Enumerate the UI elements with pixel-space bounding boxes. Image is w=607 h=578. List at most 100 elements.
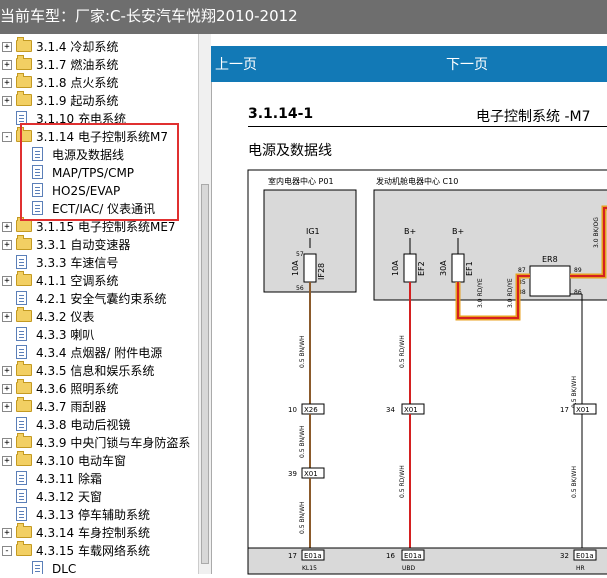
tree-item[interactable]: +4.3.5 信息和娱乐系统 [0, 361, 190, 380]
bottom3-num: 32 [560, 552, 569, 560]
tree-item-label: 4.3.2 仪表 [36, 310, 95, 324]
bottom2-num: 16 [386, 552, 395, 560]
tree-item[interactable]: +4.3.2 仪表 [0, 307, 190, 326]
expand-icon[interactable]: + [2, 78, 12, 88]
collapse-icon[interactable]: - [2, 132, 12, 142]
conn4-num: 39 [288, 470, 297, 478]
expand-icon[interactable]: + [2, 402, 12, 412]
relay-pin86: 86 [574, 289, 582, 296]
bottom2-signal: UBD [402, 565, 416, 572]
tree-item[interactable]: +4.3.14 车身控制系统 [0, 523, 190, 542]
tree-item[interactable]: 4.3.4 点烟器/ 附件电源 [0, 344, 190, 362]
document-icon [16, 417, 27, 431]
tree-item[interactable]: 4.3.12 天窗 [0, 488, 190, 506]
tree-item-label: 3.3.1 自动变速器 [36, 238, 131, 252]
expand-icon[interactable]: + [2, 438, 12, 448]
tree-item[interactable]: +3.1.8 点火系统 [0, 73, 190, 92]
document-icon [16, 327, 27, 341]
box2-title: 发动机舱电器中心 C10 [376, 176, 458, 186]
tree-item[interactable]: 4.3.13 停车辅助系统 [0, 506, 190, 524]
prev-page-button[interactable]: 上一页 [215, 54, 257, 74]
fuse2-name: EF2 [417, 261, 426, 276]
tree-item-label: 3.1.4 冷却系统 [36, 40, 119, 54]
expand-icon[interactable]: + [2, 528, 12, 538]
tree-scrollbar[interactable] [198, 34, 211, 574]
tree-item[interactable]: +3.1.7 燃油系统 [0, 55, 190, 74]
bottom1-num: 17 [288, 552, 297, 560]
bottom2-name: E01a [404, 552, 422, 560]
tree-item-label: 3.1.8 点火系统 [36, 76, 119, 90]
tree-item[interactable]: 3.3.3 车速信号 [0, 254, 190, 272]
folder-icon [16, 91, 32, 106]
tree-item-label: 4.3.4 点烟器/ 附件电源 [36, 346, 163, 360]
folder-icon [16, 397, 32, 412]
tree-item-label: 4.3.3 喇叭 [36, 328, 95, 342]
document-icon [16, 507, 27, 521]
tree-item-label: 4.3.6 照明系统 [36, 382, 119, 396]
tree-item[interactable]: 4.3.3 喇叭 [0, 326, 190, 344]
folder-icon [16, 433, 32, 448]
tree-item[interactable]: +4.3.9 中央门锁与车身防盗系 [0, 433, 191, 452]
bottom3-name: E01a [576, 552, 594, 560]
expand-icon[interactable]: + [2, 384, 12, 394]
bplus2-label: B+ [452, 227, 464, 236]
fuse2-rating: 10A [391, 260, 400, 276]
tree-item-label: 4.3.8 电动后视镜 [36, 418, 131, 432]
tree-item-label: 4.3.13 停车辅助系统 [36, 508, 150, 522]
expand-icon[interactable]: + [2, 366, 12, 376]
tree-item[interactable]: +3.3.1 自动变速器 [0, 235, 190, 254]
next-page-button[interactable]: 下一页 [446, 54, 488, 74]
pin57-label: 57 [296, 251, 304, 258]
tree-item[interactable]: 4.3.11 除霜 [0, 470, 190, 488]
expand-icon[interactable]: + [2, 96, 12, 106]
tree-item[interactable]: - 4.3.15 车载网络系统 [0, 541, 190, 560]
relay-name: ER8 [542, 255, 558, 264]
tree-item[interactable]: 4.2.1 安全气囊约束系统 [0, 290, 190, 308]
window-title: 当前车型：厂家:C-长安汽车悦翔2010-2012 [0, 0, 607, 34]
document-icon [16, 471, 27, 485]
collapse-icon[interactable]: - [2, 546, 12, 556]
tree-item[interactable]: +3.1.9 起动系统 [0, 91, 190, 110]
wire6-label: 3.0 RD/YE [507, 278, 514, 308]
expand-icon[interactable]: + [2, 60, 12, 70]
tree-item-label: 4.1.1 空调系统 [36, 274, 119, 288]
folder-icon [16, 217, 32, 232]
tree-item[interactable]: +3.1.4 冷却系统 [0, 37, 190, 56]
section-title: 电源及数据线 [248, 143, 332, 159]
fuse3-name: EF1 [465, 261, 474, 276]
tree-item-label: 3.1.7 燃油系统 [36, 58, 119, 72]
ig1-label: IG1 [306, 227, 320, 236]
tree-item[interactable]: +4.3.6 照明系统 [0, 379, 190, 398]
wire1-label: 0.5 BN/WH [299, 335, 306, 368]
folder-icon [16, 451, 32, 466]
bottom1-name: E01a [304, 552, 322, 560]
tree-item[interactable]: DLC [0, 560, 190, 574]
expand-icon[interactable]: + [2, 312, 12, 322]
selection-highlight-box [20, 123, 179, 221]
tree-item-label: 4.3.9 中央门锁与车身防盗系 [36, 436, 191, 450]
document-icon [16, 489, 27, 503]
tree-item[interactable]: +4.1.1 空调系统 [0, 271, 190, 290]
tree-item[interactable]: +4.3.7 雨刮器 [0, 397, 190, 416]
conn4-name: X01 [304, 470, 318, 478]
tree-item[interactable]: +4.3.10 电动车窗 [0, 451, 190, 470]
nav-bar: 上一页 下一页 [211, 46, 607, 82]
scrollbar-thumb[interactable] [201, 184, 209, 564]
tree-item-label: 4.3.15 车载网络系统 [36, 544, 150, 558]
expand-icon[interactable]: + [2, 42, 12, 52]
relay-pin89: 89 [574, 267, 582, 274]
tree-item[interactable]: 4.3.8 电动后视镜 [0, 416, 190, 434]
tree-item-label: 4.3.5 信息和娱乐系统 [36, 364, 155, 378]
document-icon [16, 345, 27, 359]
expand-icon[interactable]: + [2, 240, 12, 250]
tree-item-label: 3.3.3 车速信号 [36, 256, 119, 270]
expand-icon[interactable]: + [2, 276, 12, 286]
tree-item-label: 4.3.11 除霜 [36, 472, 102, 486]
wire8-label: 0.5 BN/WH [299, 501, 306, 534]
wiring-diagram: 室内电器中心 P01 发动机舱电器中心 C10 IG1 57 10A IF28 … [247, 169, 607, 575]
tree-item-label: 4.3.14 车身控制系统 [36, 526, 150, 540]
expand-icon[interactable]: + [2, 222, 12, 232]
expand-icon[interactable]: + [2, 456, 12, 466]
fuse1-name: IF28 [317, 263, 326, 280]
wire2-label: 0.5 RD/WH [399, 335, 406, 368]
